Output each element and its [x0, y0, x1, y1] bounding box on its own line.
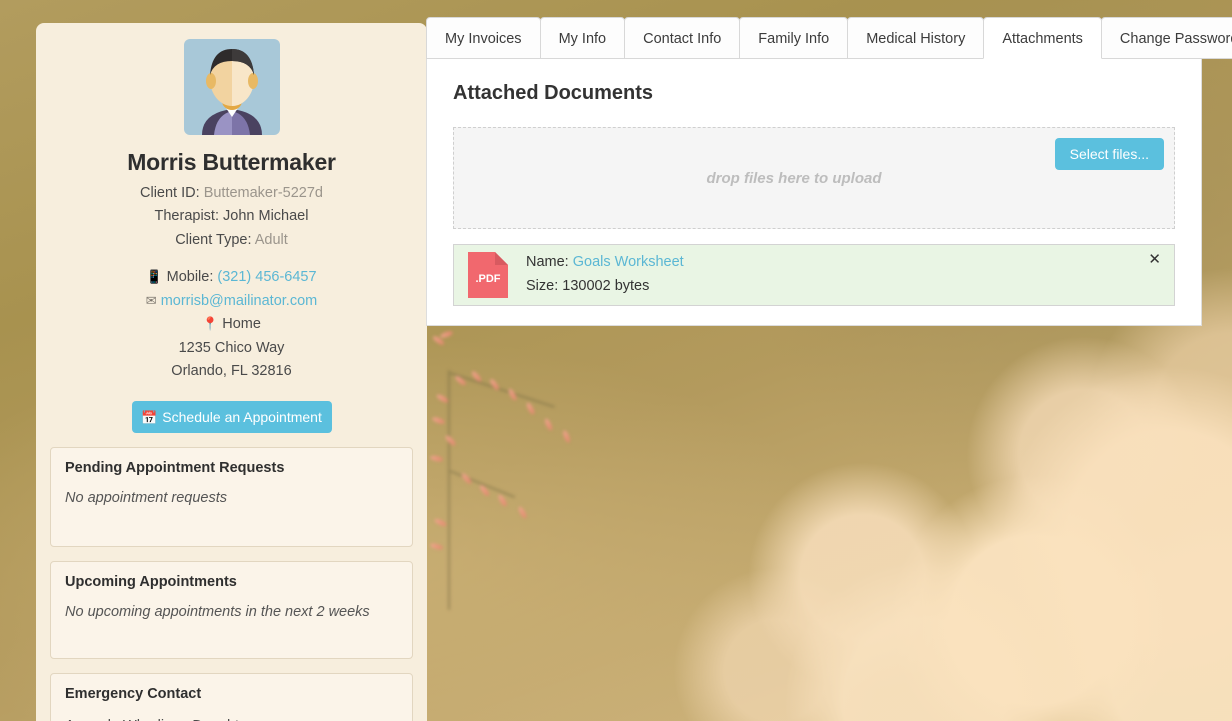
section-tabs: My Invoices My Info Contact Info Family …	[426, 17, 1232, 59]
client-type-row: Client Type: Adult	[50, 229, 413, 252]
client-id-label: Client ID:	[140, 185, 200, 201]
schedule-appointment-button[interactable]: 📅 Schedule an Appointment	[131, 400, 332, 433]
therapist-row: Therapist: John Michael	[50, 205, 413, 228]
address-line-1: 1235 Chico Way	[178, 339, 285, 356]
dropzone-hint-text: drop files here to upload	[706, 169, 882, 187]
tab-change-password[interactable]: Change Password	[1100, 17, 1232, 59]
tab-my-info[interactable]: My Info	[539, 17, 626, 59]
upcoming-panel-title: Upcoming Appointments	[65, 573, 237, 590]
client-id-row: Client ID: Buttemaker-5227d	[50, 182, 413, 205]
attached-documents-heading: Attached Documents	[453, 82, 654, 104]
attached-file-row: .PDF Name: Goals Worksheet Size: 130002 …	[453, 244, 1175, 306]
file-name-link[interactable]: Goals Worksheet	[573, 254, 684, 270]
file-size-row: Size: 130002 bytes	[526, 275, 684, 299]
user-avatar-photo	[183, 39, 280, 135]
client-type-label: Client Type:	[175, 231, 252, 248]
svg-text:.PDF: .PDF	[475, 273, 500, 285]
phone-icon: 📱	[146, 269, 163, 285]
mobile-label: Mobile:	[166, 269, 214, 286]
file-size-label: Size:	[526, 278, 559, 294]
upcoming-appointments-panel: Upcoming Appointments No upcoming appoin…	[50, 560, 413, 659]
file-dropzone[interactable]: drop files here to upload Select files..…	[453, 127, 1175, 229]
tab-my-invoices[interactable]: My Invoices	[426, 17, 541, 59]
upcoming-panel-empty-text: No upcoming appointments in the next 2 w…	[65, 603, 370, 620]
mobile-row: 📱 Mobile: (321) 456-6457	[50, 266, 413, 289]
mobile-phone-link[interactable]: (321) 456-6457	[217, 269, 316, 285]
address-type-label: Home	[222, 316, 261, 333]
pending-appointment-requests-panel: Pending Appointment Requests No appointm…	[50, 446, 413, 547]
attached-file-details: Name: Goals Worksheet Size: 130002 bytes	[526, 251, 684, 299]
calendar-icon: 📅	[141, 409, 158, 425]
page-title: Morris Buttermaker	[127, 149, 336, 175]
email-row: ✉ morrisb@mailinator.com	[50, 290, 413, 313]
pdf-file-icon: .PDF	[468, 252, 508, 298]
therapist-label: Therapist:	[154, 208, 219, 225]
pending-panel-empty-text: No appointment requests	[65, 489, 228, 506]
file-size-value: 130002 bytes	[562, 278, 650, 294]
attachments-panel: Attached Documents drop files here to up…	[426, 58, 1202, 326]
envelope-icon: ✉	[145, 292, 157, 308]
tab-attachments[interactable]: Attachments	[983, 17, 1102, 59]
schedule-appointment-label: Schedule an Appointment	[162, 408, 322, 425]
address-line-2: Orlando, FL 32816	[171, 363, 292, 380]
remove-file-button[interactable]: ✕	[1144, 250, 1165, 269]
therapist-value: John Michael	[223, 208, 309, 225]
emergency-panel-title: Emergency Contact	[65, 685, 202, 702]
tab-medical-history[interactable]: Medical History	[847, 17, 985, 59]
select-files-button[interactable]: Select files...	[1054, 138, 1164, 170]
client-type-value: Adult	[254, 231, 288, 248]
pending-panel-title: Pending Appointment Requests	[65, 459, 285, 476]
avatar	[183, 39, 280, 135]
emergency-contact-name: Amanda Whurlizer: Daughter	[65, 716, 398, 721]
contact-block: 📱 Mobile: (321) 456-6457 ✉ morrisb@maili…	[50, 266, 413, 383]
client-id-value: Buttemaker-5227d	[203, 185, 323, 201]
map-pin-icon: 📍	[202, 316, 219, 332]
client-profile-sidebar: Morris Buttermaker Client ID: Buttemaker…	[36, 23, 427, 721]
file-name-row: Name: Goals Worksheet	[526, 251, 684, 275]
file-name-label: Name:	[526, 254, 569, 271]
address-type-row: 📍 Home	[50, 313, 413, 336]
close-icon: ✕	[1148, 251, 1161, 268]
email-link[interactable]: morrisb@mailinator.com	[161, 293, 318, 309]
tab-contact-info[interactable]: Contact Info	[624, 17, 741, 59]
emergency-contact-panel: Emergency Contact Amanda Whurlizer: Daug…	[50, 672, 413, 721]
app-root: Morris Buttermaker Client ID: Buttemaker…	[0, 0, 1232, 721]
tab-family-info[interactable]: Family Info	[739, 17, 849, 59]
